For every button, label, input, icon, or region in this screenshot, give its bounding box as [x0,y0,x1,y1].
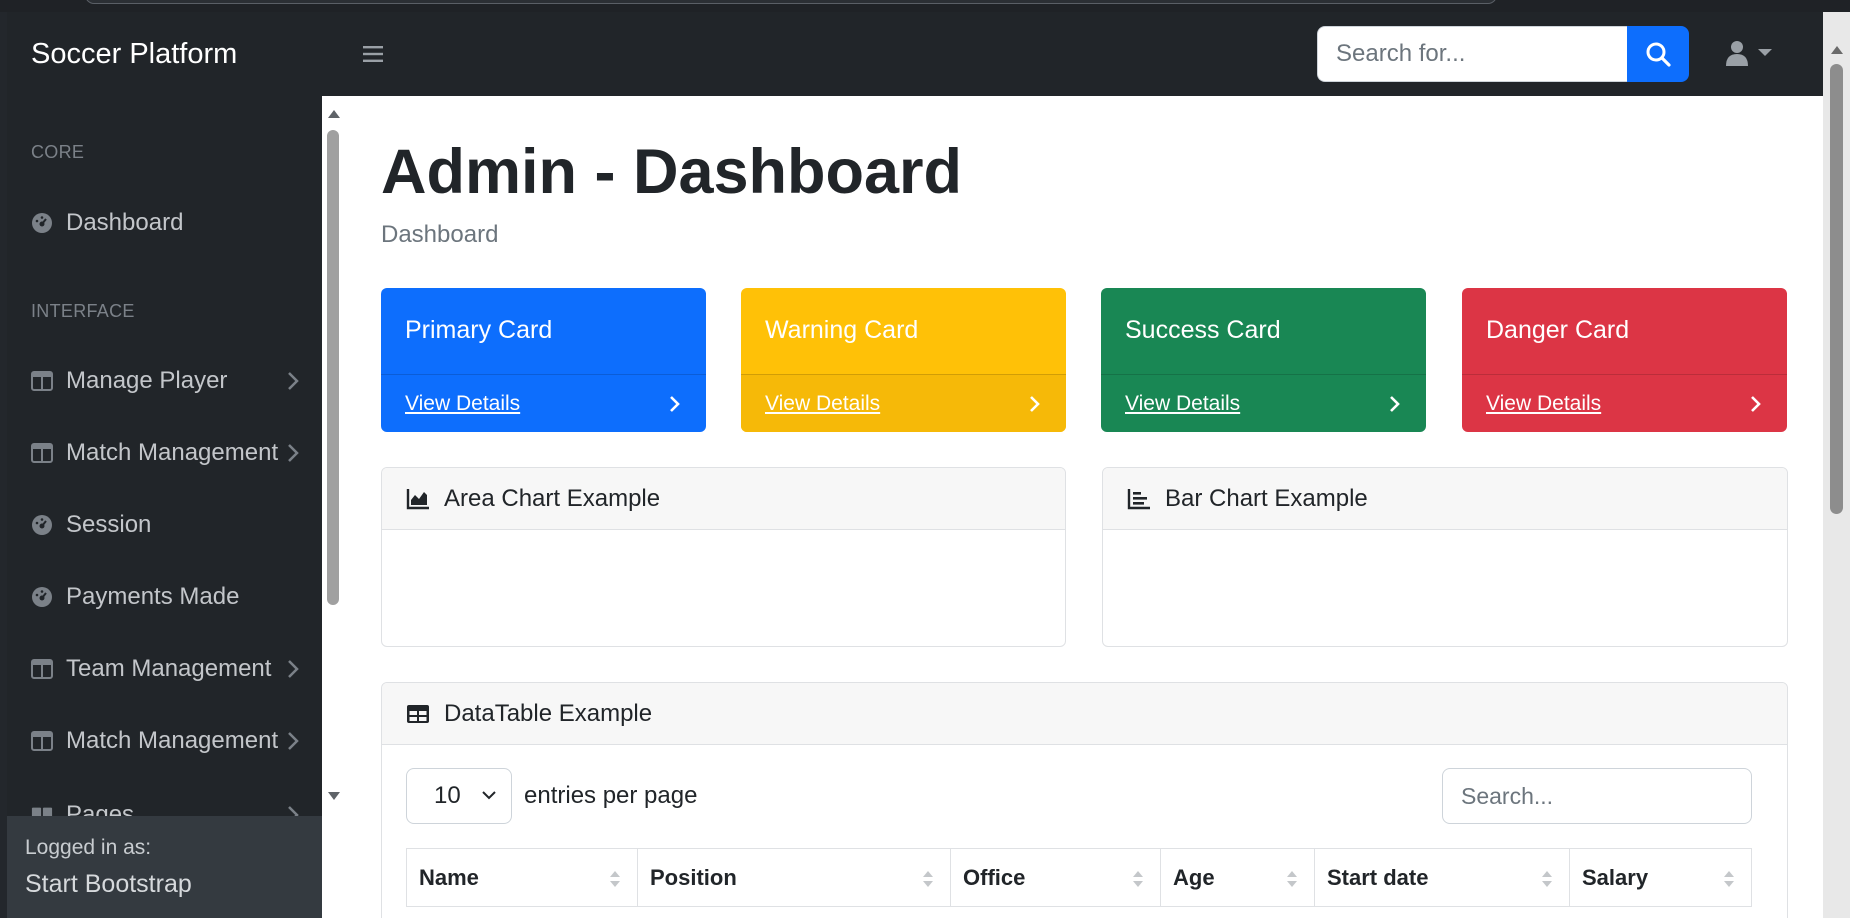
card-title: Primary Card [405,316,553,344]
sidebar-item-session[interactable]: Session [7,499,322,551]
columns-icon [31,442,53,464]
window-scrollbar[interactable] [1823,12,1850,918]
view-details-link[interactable]: View Details [1125,392,1240,416]
chevron-right-icon[interactable] [1028,394,1042,414]
chevron-right-icon[interactable] [1388,394,1402,414]
datatable-title: DataTable Example [444,699,653,727]
navbar-search [1317,26,1693,82]
sidebar-item-label: Session [66,511,152,538]
browser-strip [0,0,1850,12]
chevron-right-icon[interactable] [668,394,682,414]
view-details-link[interactable]: View Details [405,392,520,416]
browser-address-bar[interactable] [85,0,1497,4]
column-header-salary[interactable]: Salary [1569,848,1752,907]
sort-icon [1542,871,1552,887]
breadcrumb: Dashboard [381,221,499,248]
sidebar-item-label: Team Management [66,655,272,682]
bar-chart-title: Bar Chart Example [1165,484,1368,512]
scrollbar-thumb[interactable] [1830,64,1843,514]
danger-card: Danger Card View Details [1462,288,1787,432]
search-icon [1646,42,1671,67]
warning-card: Warning Card View Details [741,288,1066,432]
logged-in-label: Logged in as: [25,836,152,859]
column-header-start-date[interactable]: Start date [1314,848,1570,907]
scroll-up-arrow-icon[interactable] [1831,46,1843,54]
sidebar-item-match-management-2[interactable]: Match Management [7,715,322,767]
primary-card: Primary Card View Details [381,288,706,432]
datatable: Name Position Office Age Start date Sala… [406,848,1752,907]
column-header-name[interactable]: Name [406,848,638,907]
sidebar-item-label: Dashboard [66,209,184,236]
datatable-panel: DataTable Example 10 entries per page Na… [381,682,1788,918]
logged-in-user: Start Bootstrap [25,870,192,898]
sort-icon [1133,871,1143,887]
chevron-down-icon [482,791,496,800]
sidebar-item-label: Manage Player [66,367,228,394]
sidebar-scrollbar[interactable] [322,96,345,918]
chevron-right-icon [288,660,299,678]
top-navbar: Soccer Platform [7,12,1823,96]
sidebar-item-team-management[interactable]: Team Management [7,643,322,695]
user-icon [1726,41,1748,66]
navbar-search-input[interactable] [1317,26,1627,82]
column-header-age[interactable]: Age [1160,848,1315,907]
sort-icon [1287,871,1297,887]
card-title: Danger Card [1486,316,1630,344]
column-header-office[interactable]: Office [950,848,1161,907]
sort-icon [1724,871,1734,887]
sidebar-item-payments-made[interactable]: Payments Made [7,571,322,623]
sidebar-item-dashboard[interactable]: Dashboard [7,197,322,249]
columns-icon [31,370,53,392]
page-title: Admin - Dashboard [381,137,963,207]
caret-down-icon [1758,49,1772,56]
main-content: Admin - Dashboard Dashboard Primary Card… [345,96,1823,918]
sidebar-item-label: Payments Made [66,583,240,610]
brand-title[interactable]: Soccer Platform [31,38,237,71]
entries-per-page-select[interactable]: 10 [406,768,512,824]
chevron-right-icon [288,444,299,462]
user-dropdown[interactable] [1725,36,1781,70]
columns-icon [31,730,53,752]
columns-icon [31,658,53,680]
table-icon [407,704,429,723]
chevron-right-icon[interactable] [1749,394,1763,414]
card-title: Warning Card [765,316,919,344]
sort-icon [923,871,933,887]
sidebar: CORE Dashboard INTERFACE Manage Player M… [7,96,322,918]
table-header-row: Name Position Office Age Start date Sala… [406,848,1752,907]
chevron-right-icon [288,732,299,750]
scroll-up-arrow-icon[interactable] [328,110,340,118]
gauge-icon [31,586,53,608]
entries-per-page-value: 10 [434,782,461,809]
hamburger-icon [363,46,383,62]
navbar-search-button[interactable] [1627,26,1689,82]
chevron-right-icon [288,372,299,390]
sidebar-item-manage-player[interactable]: Manage Player [7,355,322,407]
gauge-icon [31,212,53,234]
sidebar-item-match-management[interactable]: Match Management [7,427,322,479]
area-chart-title: Area Chart Example [444,484,661,512]
bar-chart-panel: Bar Chart Example [1102,467,1788,647]
view-details-link[interactable]: View Details [765,392,880,416]
scroll-down-arrow-icon[interactable] [328,792,340,800]
card-title: Success Card [1125,316,1281,344]
success-card: Success Card View Details [1101,288,1426,432]
area-chart-icon [406,488,429,509]
sidebar-heading-interface: INTERFACE [31,301,135,321]
sidebar-toggle-button[interactable] [356,40,390,68]
entries-per-page-label: entries per page [524,782,698,809]
datatable-search-input[interactable] [1442,768,1752,824]
sort-icon [610,871,620,887]
sidebar-footer: Logged in as: Start Bootstrap [7,816,322,918]
gauge-icon [31,514,53,536]
scrollbar-thumb[interactable] [327,130,339,605]
sidebar-item-label: Match Management [66,727,279,754]
sidebar-heading-core: CORE [31,142,85,162]
column-header-position[interactable]: Position [637,848,951,907]
bar-chart-icon [1127,488,1150,509]
area-chart-panel: Area Chart Example [381,467,1066,647]
view-details-link[interactable]: View Details [1486,392,1601,416]
sidebar-item-label: Match Management [66,439,279,466]
